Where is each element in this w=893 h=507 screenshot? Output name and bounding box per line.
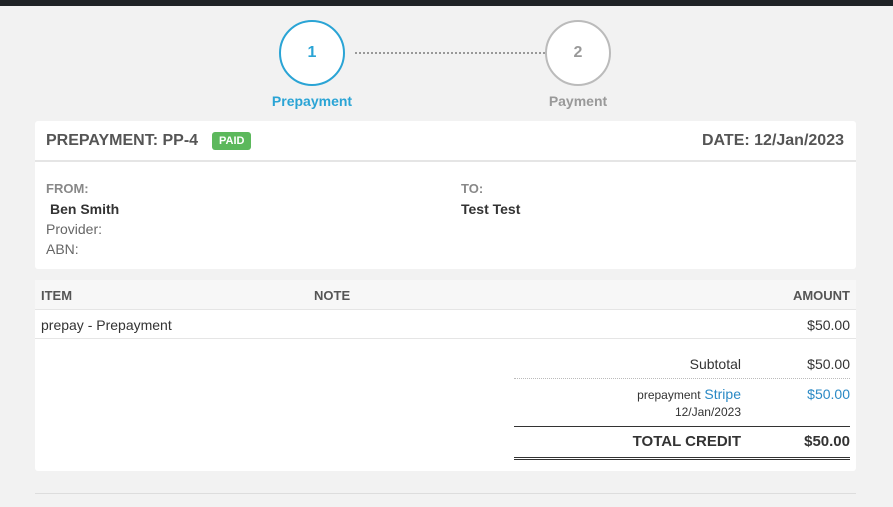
row-item: prepay - Prepayment xyxy=(41,317,172,333)
top-bar xyxy=(0,0,893,6)
payment-method-link[interactable]: Stripe xyxy=(704,386,741,402)
step-2-label[interactable]: Payment xyxy=(508,93,648,109)
document-date: DATE: 12/Jan/2023 xyxy=(702,132,844,149)
subtotal-separator xyxy=(514,378,850,379)
prepayment-header-card: PREPAYMENT: PP-4 PAID DATE: 12/Jan/2023 … xyxy=(35,121,856,269)
to-name: Test Test xyxy=(461,201,521,217)
subtotal-value: $50.00 xyxy=(807,356,850,372)
abn-label: ABN: xyxy=(46,241,79,257)
stepper-connector xyxy=(355,52,545,54)
total-credit-label: TOTAL CREDIT xyxy=(632,433,741,450)
table-row: prepay - Prepayment $50.00 xyxy=(35,310,856,339)
column-amount: AMOUNT xyxy=(792,288,850,303)
to-label: TO: xyxy=(461,181,484,196)
total-credit-value: $50.00 xyxy=(804,433,850,450)
status-badge: PAID xyxy=(212,132,252,150)
table-header: ITEM NOTE AMOUNT xyxy=(35,280,856,310)
page-divider xyxy=(35,493,856,494)
column-note: NOTE xyxy=(314,288,351,303)
row-amount: $50.00 xyxy=(807,317,850,333)
step-1-number: 1 xyxy=(307,44,317,61)
header-divider xyxy=(35,160,856,162)
payment-line: prepayment Stripe xyxy=(637,386,741,402)
payment-value: $50.00 xyxy=(807,386,850,402)
step-2-number: 2 xyxy=(573,44,583,61)
column-item: ITEM xyxy=(41,288,73,303)
step-1-label[interactable]: Prepayment xyxy=(242,93,382,109)
step-2-circle[interactable]: 2 xyxy=(545,20,611,86)
total-top-separator xyxy=(514,426,850,427)
line-items-card: ITEM NOTE AMOUNT prepay - Prepayment $50… xyxy=(35,280,856,471)
from-name: Ben Smith xyxy=(50,201,120,217)
total-bottom-separator xyxy=(514,457,850,460)
subtotal-label: Subtotal xyxy=(689,356,741,372)
provider-label: Provider: xyxy=(46,221,103,237)
step-1-circle[interactable]: 1 xyxy=(279,20,345,86)
page-title: PREPAYMENT: PP-4 xyxy=(46,132,199,149)
from-label: FROM: xyxy=(46,181,89,196)
payment-date: 12/Jan/2023 xyxy=(674,405,741,419)
payment-prefix: prepayment xyxy=(637,388,701,402)
